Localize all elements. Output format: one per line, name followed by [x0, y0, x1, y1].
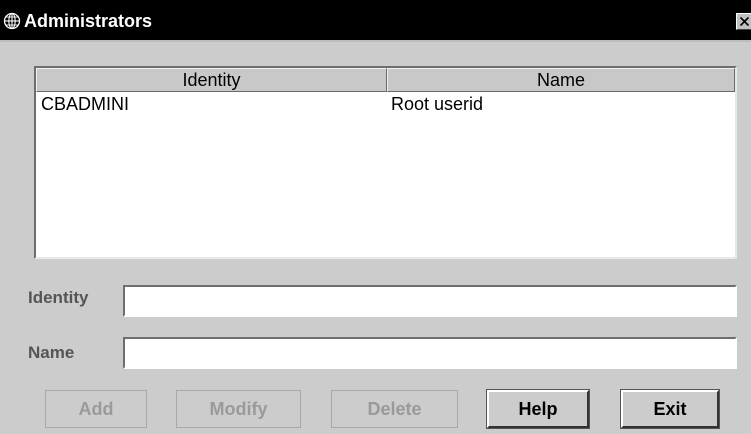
name-label: Name: [28, 343, 75, 362]
cell-identity: CBADMINI: [41, 94, 130, 114]
column-header-identity[interactable]: Identity: [36, 68, 387, 92]
add-button[interactable]: Add: [45, 390, 147, 428]
modify-button[interactable]: Modify: [176, 390, 301, 428]
close-icon: [739, 16, 750, 27]
table-row[interactable]: CBADMINI Root userid: [36, 93, 735, 117]
delete-button[interactable]: Delete: [331, 390, 458, 428]
identity-label: Identity: [28, 288, 89, 307]
help-button[interactable]: Help: [486, 389, 590, 429]
close-button[interactable]: [736, 13, 751, 30]
globe-icon: [3, 12, 21, 30]
window-title: Administrators: [24, 11, 153, 31]
identity-input[interactable]: [123, 285, 737, 317]
column-header-name[interactable]: Name: [387, 68, 735, 92]
exit-button[interactable]: Exit: [620, 389, 720, 429]
name-input[interactable]: [123, 337, 737, 369]
administrators-window: Administrators Identity Name CBADMINI Ro…: [0, 0, 751, 434]
title-bar[interactable]: Administrators: [0, 0, 751, 42]
administrators-table[interactable]: Identity Name CBADMINI Root userid: [34, 66, 737, 259]
cell-name: Root userid: [391, 94, 484, 114]
